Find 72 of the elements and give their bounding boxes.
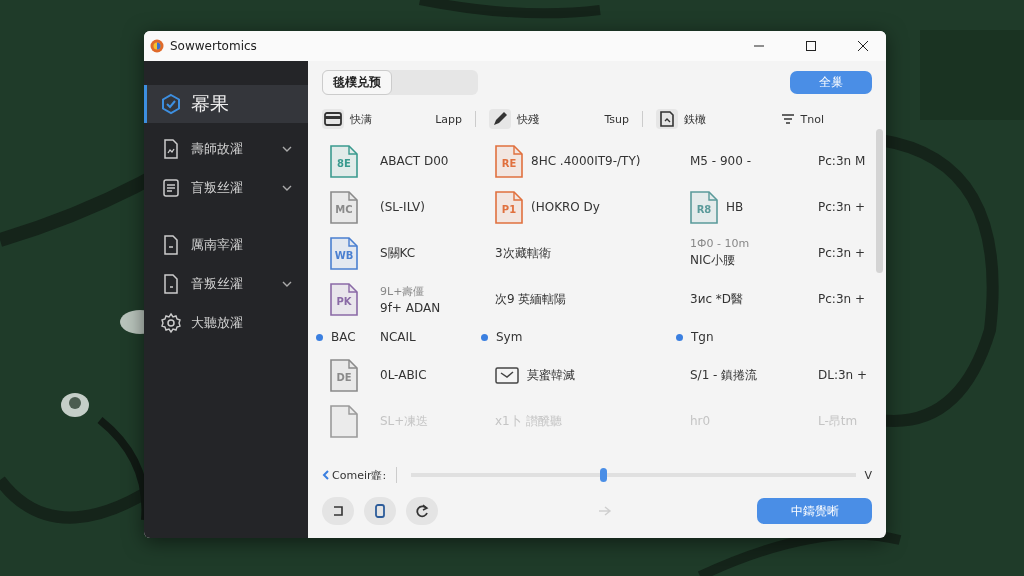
cell-text: Tgn [691, 330, 714, 344]
sidebar-item[interactable]: 大聽放濯 [144, 303, 308, 342]
cube-check-icon [160, 93, 182, 115]
device-button[interactable] [364, 497, 396, 525]
pencil-icon[interactable] [489, 109, 511, 129]
cell-text: Sym [496, 330, 523, 344]
column-header[interactable]: 快满 [350, 111, 372, 127]
sidebar-item[interactable]: 音叛丝濯 [144, 264, 308, 303]
file-icon: P1 [495, 190, 523, 224]
cell-text: BAC [331, 330, 356, 344]
bracket-icon [331, 504, 345, 518]
arrow-icon [598, 505, 612, 517]
scrollbar[interactable] [876, 129, 883, 273]
gear-icon [160, 311, 182, 334]
cell-text: Pc:3n + [818, 292, 865, 306]
cell-text: 次9 英緬轄陽 [495, 290, 567, 308]
cell-text: 8HC .4000IT9-/TY) [531, 154, 641, 168]
app-logo-icon [150, 39, 164, 53]
cell-text: ABACT D00 [380, 154, 449, 168]
cell-text: NIC小腰 [690, 252, 736, 269]
file-icon: R8 [690, 190, 718, 224]
cell-text: (SL-ILV) [380, 200, 425, 214]
sidebar-item[interactable]: 幂果 [144, 85, 308, 123]
column-header[interactable]: 快殘 [517, 111, 539, 127]
cell-text: DL:3n + [818, 368, 868, 382]
sidebar-item[interactable]: 厲南宰濯 [144, 225, 308, 264]
file-icon: 8E [330, 144, 358, 178]
maximize-icon [806, 41, 816, 51]
file-icon: RE [495, 144, 523, 178]
cell-text: 0L-ABIC [380, 368, 427, 382]
cell-text: 9L+壽僵 [380, 283, 426, 299]
cell-text: 3次藏轄衛 [495, 244, 551, 262]
cell-text: 莫蜜韓滅 [527, 366, 575, 384]
bracket-button[interactable] [322, 497, 354, 525]
file-icon: WB [330, 236, 358, 270]
refresh-button[interactable] [406, 497, 438, 525]
file-icon: DE [330, 358, 358, 392]
file-icon [330, 404, 358, 438]
refresh-icon [414, 503, 430, 519]
column-header[interactable]: Lapp [435, 112, 462, 126]
tab[interactable]: 毯樸兑预 [322, 70, 392, 95]
document-image-icon[interactable] [656, 109, 678, 129]
list-icon [160, 176, 182, 199]
sidebar-item[interactable]: 壽師故濯 [144, 129, 308, 168]
cell-text: NCAIL [380, 330, 416, 344]
cell-text: Pc:3n + [818, 246, 865, 260]
cell-text: Pc:3n M [818, 154, 866, 168]
close-icon [858, 41, 868, 51]
cell-text: 1Ф0 - 10m [690, 237, 750, 250]
cell-text: S關KC [380, 244, 416, 262]
cell-text: S/1 - 鎮捲流 [690, 366, 758, 384]
window-title: Sowwertomics [170, 39, 258, 53]
card-icon[interactable] [322, 109, 344, 129]
cell-text: 3ис *D醫 [690, 290, 744, 308]
cell-text: (HOKRO Dy [531, 200, 600, 214]
column-header[interactable]: Tnol [800, 112, 824, 126]
cell-text: 9f+ ADAN [380, 300, 441, 315]
sidebar-item[interactable]: 盲叛丝濯 [144, 168, 308, 207]
slider-label: Comeir韲: [322, 467, 387, 483]
filter-icon[interactable] [780, 112, 795, 126]
column-header[interactable]: 鉄橄 [684, 111, 706, 127]
chevron-left-icon [322, 470, 329, 480]
column-header[interactable]: Tsup [604, 112, 629, 126]
slider-thumb[interactable] [599, 468, 607, 482]
cell-text: HB [726, 200, 744, 214]
file-icon: MC [330, 190, 358, 224]
envelope-icon [495, 366, 519, 384]
file-icon: PK [330, 282, 358, 316]
cell-text: Pc:3n + [818, 200, 865, 214]
slider-end-label: V [864, 468, 872, 482]
cell-text: M5 - 900 - [690, 154, 751, 168]
device-icon [373, 503, 387, 519]
